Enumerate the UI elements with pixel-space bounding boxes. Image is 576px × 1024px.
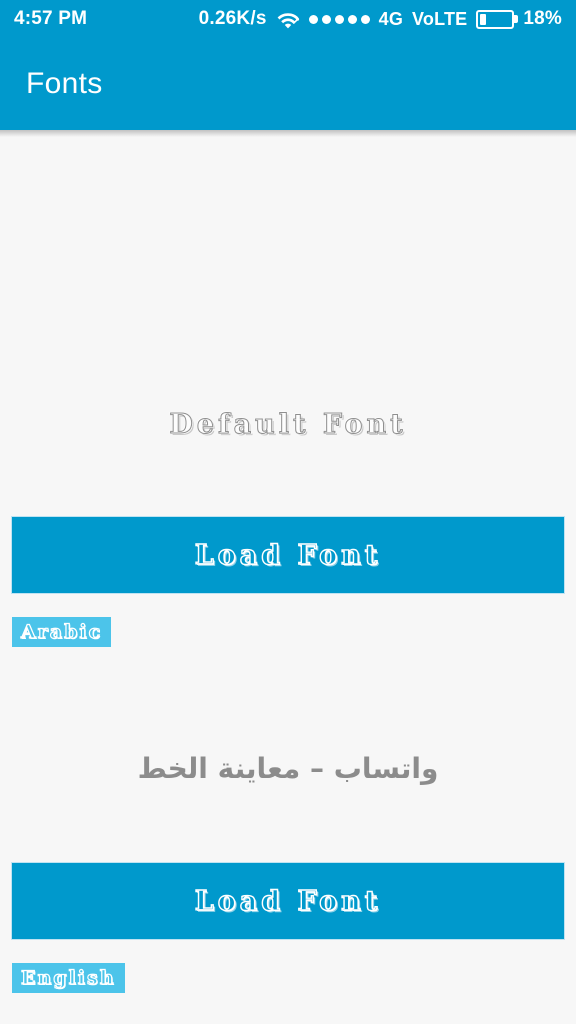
language-chip-arabic-label: Arabic xyxy=(20,620,103,643)
wifi-icon xyxy=(276,10,300,29)
load-font-arabic-label: Load Font xyxy=(194,539,382,571)
signal-dot xyxy=(347,14,357,24)
load-font-english-button[interactable]: Load Font xyxy=(11,862,565,940)
status-indicators: 0.26K/s 4G VoLTE 18% xyxy=(199,8,562,30)
load-font-english-label: Load Font xyxy=(194,885,382,917)
status-time: 4:57 PM xyxy=(14,8,88,29)
content-area: Default Font Load Font Arabic واتساب – م… xyxy=(0,130,576,1024)
network-type: 4G xyxy=(378,8,404,29)
signal-dot xyxy=(321,14,331,24)
arabic-preview-text: واتساب – معاينة الخط xyxy=(137,752,439,785)
volte-indicator: VoLTE xyxy=(412,8,468,29)
signal-dot xyxy=(360,14,370,24)
page-title: Fonts xyxy=(26,67,103,100)
default-font-preview-text: Default Font xyxy=(169,409,407,441)
battery-fill xyxy=(480,13,486,25)
language-chip-english-label: English xyxy=(20,966,116,989)
battery-percent: 18% xyxy=(523,8,562,29)
load-font-arabic-button[interactable]: Load Font xyxy=(11,516,565,594)
network-speed: 0.26K/s xyxy=(198,8,267,29)
battery-icon xyxy=(476,9,515,29)
signal-strength-dots xyxy=(308,14,370,24)
phone-screen: 4:57 PM 0.26K/s 4G VoLTE 18% Fonts Defau… xyxy=(0,0,576,1024)
language-chip-arabic[interactable]: Arabic xyxy=(12,617,112,647)
app-bar: Fonts xyxy=(0,38,576,137)
signal-dot xyxy=(308,14,318,24)
signal-dot xyxy=(334,14,344,24)
status-bar: 4:57 PM 0.26K/s 4G VoLTE 18% xyxy=(0,0,576,38)
language-chip-english[interactable]: English xyxy=(12,963,125,993)
